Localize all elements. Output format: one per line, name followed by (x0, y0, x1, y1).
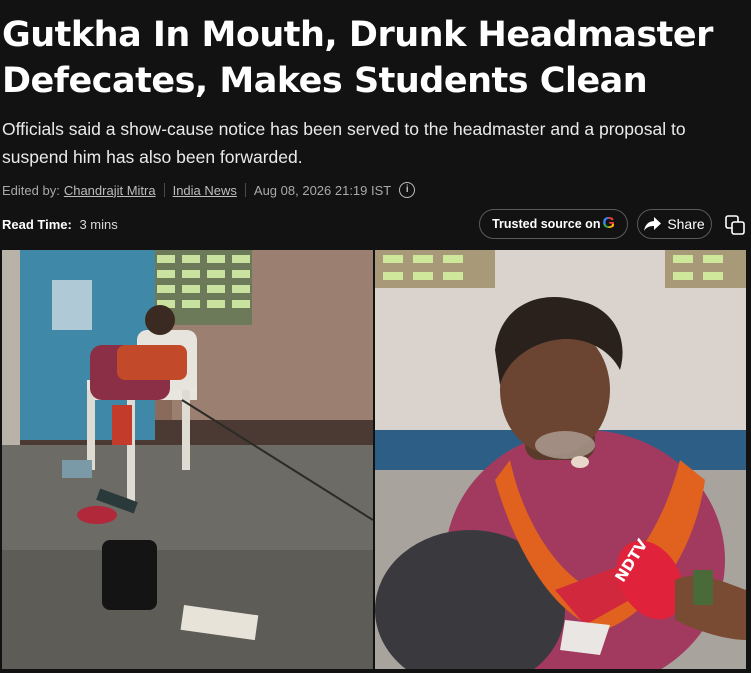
article-photo-left (2, 250, 373, 669)
editor-link[interactable]: Chandrajit Mitra (64, 183, 156, 198)
read-time-label: Read Time: (2, 217, 72, 232)
article-headline: Gutkha In Mouth, Drunk Headmaster Defeca… (2, 15, 713, 101)
share-arrow-icon (644, 217, 662, 231)
article-meta: Edited by: Chandrajit Mitra India News A… (2, 181, 416, 199)
article-summary: Officials said a show-cause notice has b… (2, 119, 686, 167)
share-label: Share (667, 216, 705, 232)
share-button[interactable]: Share (637, 209, 712, 239)
published-datetime: Aug 08, 2026 21:19 IST (253, 182, 392, 198)
info-icon[interactable]: i (399, 182, 416, 198)
trusted-source-button[interactable]: Trusted source on G (479, 209, 628, 239)
category-link[interactable]: India News (173, 183, 237, 198)
read-time-value: 3 mins (79, 217, 118, 232)
read-time: Read Time: 3 mins (2, 217, 118, 232)
meta-divider (163, 183, 165, 197)
edited-by-label: Edited by: (2, 182, 60, 198)
trusted-source-label: Trusted source on (492, 217, 601, 231)
meta-divider (244, 183, 246, 197)
copy-link-icon[interactable] (725, 215, 745, 235)
google-icon: G (602, 215, 615, 232)
article-photo-right: NDTV (375, 250, 746, 669)
